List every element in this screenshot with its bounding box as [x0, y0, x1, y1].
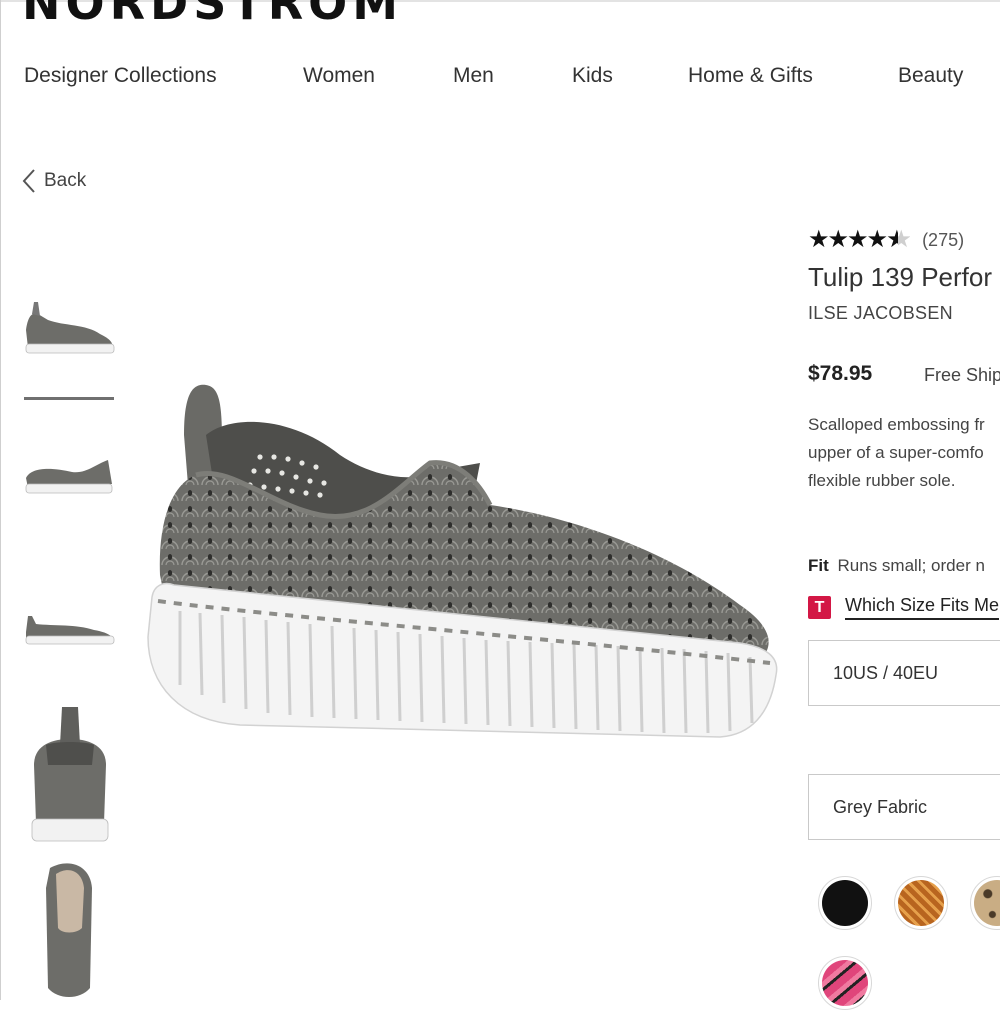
product-description: Scalloped embossing fr upper of a super-… — [808, 411, 1000, 495]
thumbnail-angle-view[interactable] — [24, 448, 116, 503]
nav-item-kids[interactable]: Kids — [572, 64, 613, 88]
review-count[interactable]: (275) — [922, 230, 964, 251]
nav-item-women[interactable]: Women — [303, 64, 375, 88]
back-label: Back — [44, 170, 87, 191]
description-line: upper of a super-comfo — [808, 443, 984, 462]
size-guide-link-text: Which Size Fits Me — [845, 595, 1000, 620]
fit-label: Fit — [808, 556, 829, 575]
product-title: Tulip 139 Perfor — [808, 262, 993, 292]
swatch-leopard[interactable] — [970, 876, 1000, 930]
rating-summary[interactable]: ★★★★★★ (275) — [808, 226, 964, 254]
window-left-border — [0, 0, 1, 1000]
fit-text: Runs small; order n — [837, 556, 985, 575]
product-brand[interactable]: ILSE JACOBSEN — [808, 303, 953, 324]
nav-item-home-gifts[interactable]: Home & Gifts — [688, 64, 813, 88]
color-select-value: Grey Fabric — [833, 796, 928, 817]
nordstrom-logo[interactable]: NORDSTROM — [22, 0, 403, 28]
nav-item-designer-collections[interactable]: Designer Collections — [24, 64, 217, 88]
selected-thumbnail-indicator — [24, 397, 114, 400]
back-link[interactable]: Back — [22, 166, 86, 196]
thumbnail-side-view[interactable] — [24, 294, 116, 359]
nav-item-beauty[interactable]: Beauty — [898, 64, 963, 88]
chevron-left-icon — [22, 169, 35, 193]
size-select[interactable]: 10US / 40EU — [808, 640, 1000, 706]
fit-info: Fit Runs small; order n — [808, 556, 985, 576]
description-line: flexible rubber sole. — [808, 471, 956, 490]
product-price: $78.95 — [808, 362, 873, 385]
nav-item-men[interactable]: Men — [453, 64, 494, 88]
swatch-black[interactable] — [818, 876, 872, 930]
star-rating-icon: ★★★★★★ — [808, 226, 911, 253]
size-guide-link[interactable]: T Which Size Fits Me — [808, 595, 1000, 620]
thumbnail-back-view[interactable] — [24, 705, 116, 850]
swatch-brown-pattern[interactable] — [894, 876, 948, 930]
true-fit-logo-icon: T — [808, 596, 831, 619]
size-select-value: 10US / 40EU — [833, 662, 939, 683]
thumbnail-top-view[interactable] — [24, 858, 116, 1005]
shoe-illustration — [147, 384, 778, 738]
swatch-pink-stripe[interactable] — [818, 956, 872, 1010]
color-select[interactable]: Grey Fabric — [808, 774, 1000, 840]
shipping-info: Free Ship — [924, 365, 1000, 385]
thumbnail-profile-view[interactable] — [24, 602, 116, 655]
main-product-image[interactable] — [140, 375, 790, 755]
description-line: Scalloped embossing fr — [808, 415, 985, 434]
